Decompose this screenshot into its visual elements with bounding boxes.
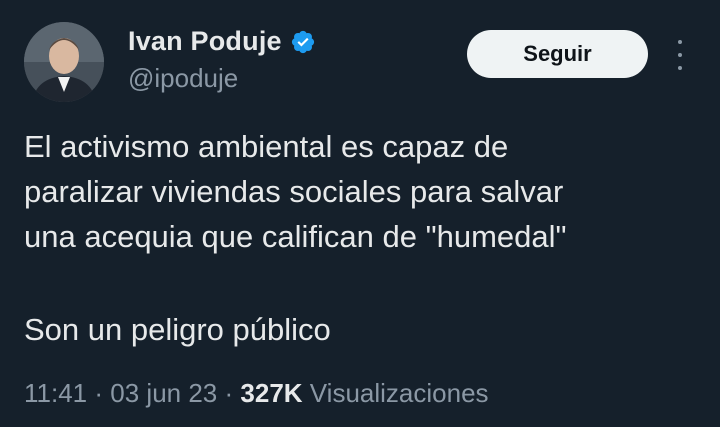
tweet-time[interactable]: 11:41 — [24, 378, 87, 408]
tweet-date[interactable]: 03 jun 23 — [110, 378, 217, 408]
tweet-text: El activismo ambiental es capaz de paral… — [24, 124, 704, 352]
dot — [678, 53, 682, 57]
more-options-icon[interactable] — [668, 38, 692, 72]
tweet-line: una acequia que califican de "humedal" — [24, 219, 567, 254]
meta-separator: · — [94, 378, 104, 408]
views-label: Visualizaciones — [309, 378, 489, 408]
follow-button[interactable]: Seguir — [467, 30, 648, 78]
avatar[interactable] — [24, 22, 104, 102]
tweet-meta: 11:41 · 03 jun 23 · 327K Visualizaciones — [24, 378, 489, 409]
avatar-image — [24, 22, 104, 102]
dot — [678, 40, 682, 44]
author-name[interactable]: Ivan Poduje — [128, 26, 282, 57]
meta-separator: · — [224, 378, 234, 408]
author-handle[interactable]: @ipoduje — [128, 63, 238, 94]
author-name-row: Ivan Poduje — [128, 26, 316, 57]
views-count[interactable]: 327K — [240, 378, 302, 408]
tweet-line: paralizar viviendas sociales para salvar — [24, 174, 564, 209]
dot — [678, 66, 682, 70]
tweet-line: El activismo ambiental es capaz de — [24, 129, 509, 164]
tweet-line: Son un peligro público — [24, 312, 331, 347]
verified-badge-icon — [291, 30, 314, 53]
